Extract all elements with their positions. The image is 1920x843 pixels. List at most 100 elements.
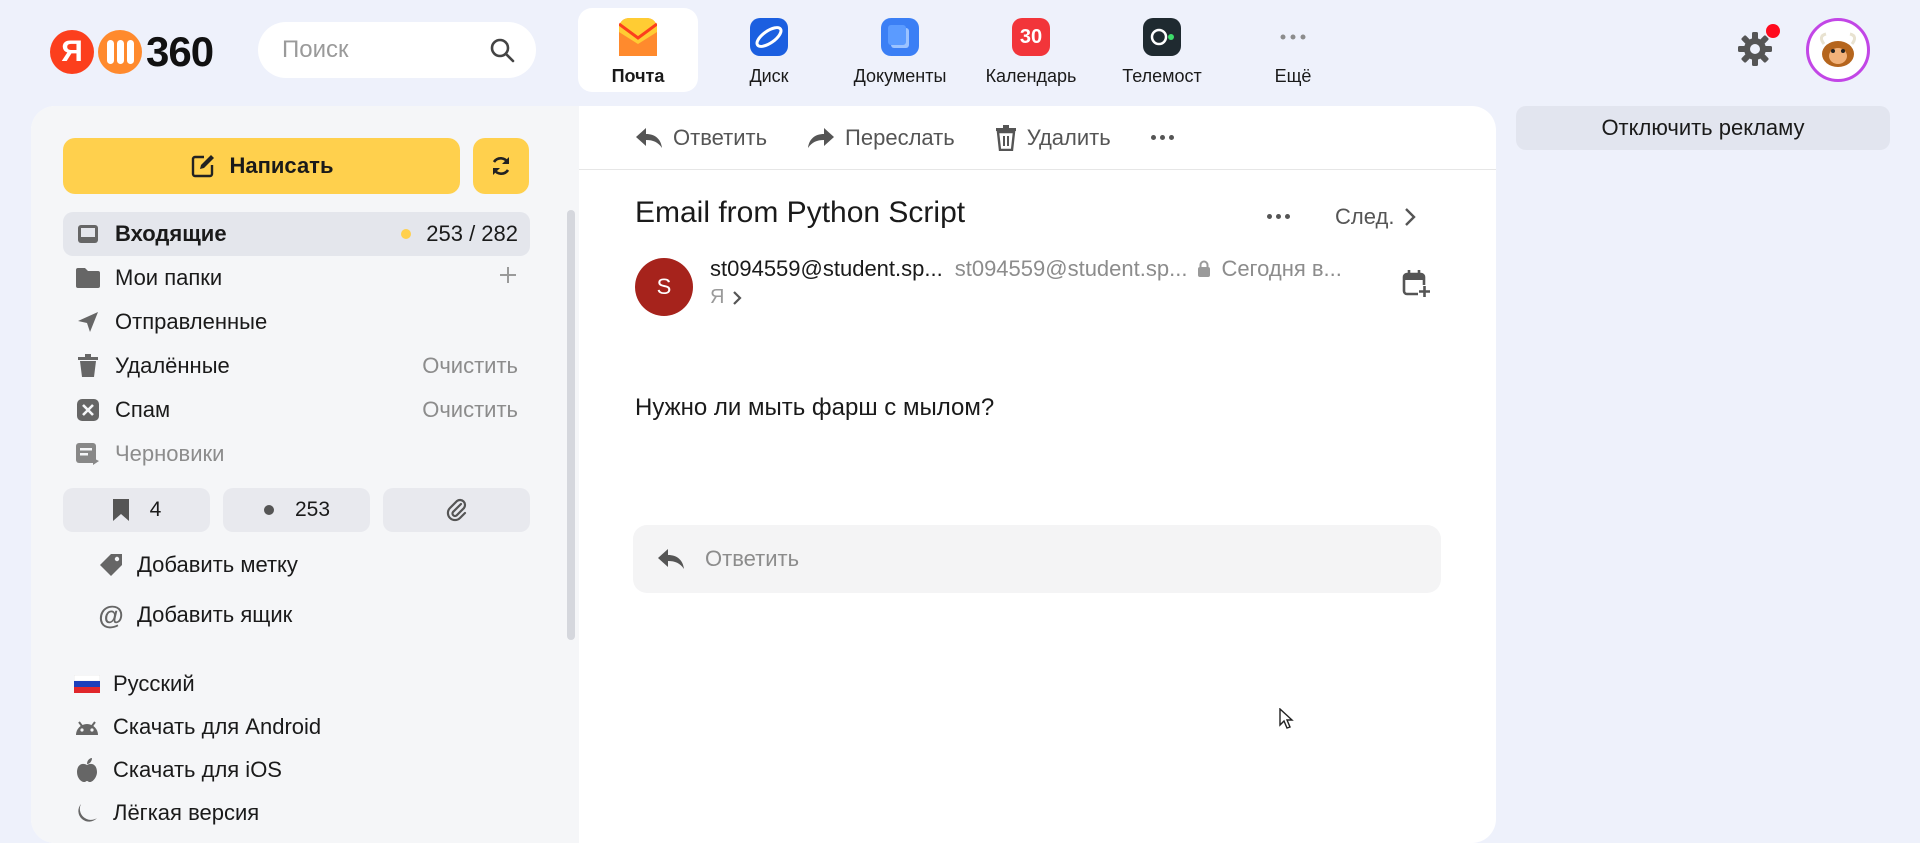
unread-count: 253 (294, 498, 331, 521)
message-toolbar: Ответить Переслать Удалить (579, 106, 1496, 170)
compose-button[interactable]: Написать (63, 138, 460, 194)
sender-name[interactable]: st094559@student.sp... (710, 256, 943, 282)
bookmarks-count: 4 (149, 498, 162, 521)
download-ios-link[interactable]: Скачать для iOS (73, 750, 282, 790)
download-ios-text: Скачать для iOS (113, 757, 282, 782)
light-version-text: Лёгкая версия (113, 800, 260, 825)
unread-dot-icon (263, 505, 274, 515)
folder-my-folders[interactable]: Мои папки (63, 256, 530, 300)
forward-label: Переслать (845, 124, 955, 150)
more-actions-button[interactable] (1150, 135, 1174, 140)
app-telemost[interactable]: Телемост (1102, 8, 1222, 92)
more-dots-icon (1267, 214, 1290, 219)
logo-mail-mark (98, 30, 142, 74)
disk-icon (750, 18, 788, 56)
add-folder-icon[interactable] (498, 265, 518, 291)
app-label-disk: Диск (749, 66, 789, 86)
drafts-icon (75, 441, 101, 467)
folder-label: Спам (115, 397, 171, 422)
paperclip-icon (446, 498, 466, 522)
compose-icon (191, 155, 214, 178)
inbox-count: 253 / 282 (426, 221, 518, 246)
compose-label: Написать (229, 153, 334, 178)
recipient-line[interactable]: Я (710, 286, 743, 309)
message-subject: Email from Python Script (635, 196, 966, 229)
app-label-calendar: Календарь (985, 66, 1077, 86)
folder-label: Мои папки (115, 265, 223, 290)
delete-label: Удалить (1026, 124, 1111, 150)
tag-icon (97, 551, 125, 579)
russia-flag-icon (73, 670, 101, 698)
delete-button[interactable]: Удалить (995, 124, 1111, 151)
folder-label: Черновики (115, 441, 225, 466)
mail-card: Написать Входящие 253 / 282 Мои папки От… (31, 106, 1496, 843)
app-mail[interactable]: Почта (578, 8, 698, 92)
user-avatar[interactable] (1806, 18, 1870, 82)
app-more[interactable]: Ещё (1233, 8, 1353, 92)
attachments-chip[interactable] (383, 488, 530, 532)
bookmark-icon (112, 499, 129, 521)
download-android-link[interactable]: Скачать для Android (73, 707, 321, 747)
moon-icon (73, 799, 101, 827)
language-link[interactable]: Русский (73, 664, 195, 704)
refresh-icon (492, 157, 510, 175)
refresh-button[interactable] (473, 138, 529, 194)
sent-icon (75, 309, 101, 335)
add-mailbox-text: Добавить ящик (137, 602, 293, 627)
add-to-calendar-icon[interactable] (1401, 268, 1431, 298)
trash-icon (75, 353, 101, 379)
message-date: Сегодня в... (1221, 256, 1342, 281)
folder-spam[interactable]: Спам Очистить (63, 388, 530, 432)
add-label-link[interactable]: Добавить метку (97, 545, 298, 585)
add-label-text: Добавить метку (137, 552, 298, 577)
app-label-telemost: Телемост (1122, 66, 1202, 86)
telemost-icon (1143, 18, 1181, 56)
documents-icon (881, 18, 919, 56)
folder-drafts[interactable]: Черновики (63, 432, 530, 476)
message-body: Нужно ли мыть фарш с мылом? (635, 394, 995, 421)
sidebar-scrollbar[interactable] (567, 210, 575, 640)
folder-sent[interactable]: Отправленные (63, 300, 530, 344)
folder-icon (75, 265, 101, 291)
services-bar: Почта Диск Документы 30 Календарь Телемо… (578, 8, 1364, 92)
search-input[interactable] (282, 36, 482, 64)
folder-label: Входящие (115, 221, 227, 246)
chevron-right-icon (1405, 208, 1417, 226)
quick-reply-box[interactable]: Ответить (633, 525, 1441, 593)
bookmarks-chip[interactable]: 4 (63, 488, 210, 532)
app-calendar[interactable]: 30 Календарь (971, 8, 1091, 92)
android-icon (73, 713, 101, 741)
forward-icon (808, 127, 835, 148)
top-header: Я 360 Почта Диск Документы (0, 0, 1920, 100)
folder-trash[interactable]: Удалённые Очистить (63, 344, 530, 388)
language-text: Русский (113, 671, 195, 696)
sender-avatar[interactable]: S (635, 258, 693, 316)
sender-email[interactable]: st094559@student.sp... (955, 256, 1188, 282)
disable-ads-button[interactable]: Отключить рекламу (1516, 106, 1890, 150)
clear-spam-button[interactable]: Очистить (422, 397, 518, 423)
forward-button[interactable]: Переслать (807, 125, 955, 151)
lock-icon (1198, 260, 1211, 277)
app-documents[interactable]: Документы (840, 8, 960, 92)
quick-reply-placeholder: Ответить (705, 546, 800, 571)
clear-trash-button[interactable]: Очистить (422, 353, 518, 379)
folder-label: Удалённые (115, 353, 230, 378)
next-message-button[interactable]: След. (1335, 204, 1417, 230)
reply-label: Ответить (673, 124, 768, 150)
reply-icon (658, 549, 684, 569)
spam-icon (75, 397, 101, 423)
app-label-mail: Почта (611, 66, 665, 86)
calendar-icon: 30 (1012, 18, 1050, 56)
subject-more-button[interactable] (1267, 214, 1290, 219)
folder-inbox[interactable]: Входящие 253 / 282 (63, 212, 530, 256)
yak-avatar-icon (1819, 32, 1857, 67)
search-box[interactable] (258, 22, 536, 78)
add-mailbox-link[interactable]: @ Добавить ящик (97, 595, 292, 635)
app-disk[interactable]: Диск (709, 8, 829, 92)
unread-dot (401, 229, 412, 239)
reply-button[interactable]: Ответить (635, 125, 767, 151)
unread-chip[interactable]: 253 (223, 488, 370, 532)
light-version-link[interactable]: Лёгкая версия (73, 793, 259, 833)
yandex-360-logo[interactable]: Я 360 (50, 28, 214, 76)
search-icon[interactable] (488, 36, 516, 64)
